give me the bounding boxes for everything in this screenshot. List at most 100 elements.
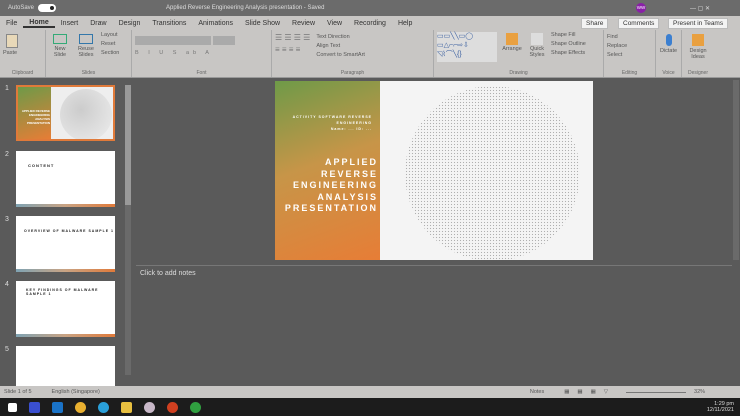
slide-thumbnail-5[interactable] [16, 346, 115, 386]
app-icon[interactable] [144, 401, 155, 413]
group-drawing: ▭▭╲╲▭◯ ▭△⌐⌐⇨⇩ ◹⌇⌒╲{} Arrange Quick Styles … [434, 30, 604, 77]
shape-outline-button[interactable]: Shape Outline [551, 41, 586, 47]
powerpoint-icon[interactable] [167, 401, 178, 413]
chrome-icon[interactable] [75, 401, 86, 413]
group-label: Editing [621, 70, 638, 76]
paragraph-buttons[interactable]: ☰ ☰ ☰ ☰ ≡ ≡ ≡ ≡ [275, 32, 310, 58]
group-label: Voice [662, 70, 675, 76]
group-voice: Dictate Voice [656, 30, 682, 77]
tab-animations[interactable]: Animations [192, 20, 239, 27]
layout-button[interactable]: Layout [101, 32, 119, 38]
reuse-slides-button[interactable]: Reuse Slides [75, 46, 97, 58]
group-label: Clipboard [11, 70, 34, 76]
present-in-teams-button[interactable]: Present in Teams [668, 18, 729, 29]
status-bar: Slide 1 of 5 English (Singapore) Notes ▦… [0, 386, 740, 398]
tab-insert[interactable]: Insert [55, 20, 85, 27]
thumb-title: APPLIED REVERSE ENGINEERING ANALYSIS PRE… [21, 109, 50, 125]
text-direction-button[interactable]: Text Direction [316, 34, 365, 40]
tab-draw[interactable]: Draw [84, 20, 112, 27]
group-label: Paragraph [340, 70, 365, 76]
shape-fill-button[interactable]: Shape Fill [551, 32, 586, 38]
group-slides: New Slide Reuse Slides Layout Reset Sectio… [46, 30, 132, 77]
thumb-title: OVERVIEW OF MALWARE SAMPLE 1 [24, 229, 114, 233]
slide-thumbnail-3[interactable]: OVERVIEW OF MALWARE SAMPLE 1 [16, 216, 115, 272]
view-buttons[interactable]: ▦▦▦▽ [564, 389, 616, 395]
dictate-button[interactable]: Dictate [660, 48, 677, 54]
slide-number: 5 [5, 346, 9, 353]
replace-button[interactable]: Replace [607, 43, 652, 49]
arrange-button[interactable]: Arrange [502, 46, 522, 52]
group-label: Drawing [509, 70, 528, 76]
share-button[interactable]: Share [581, 18, 609, 29]
comments-button[interactable]: Comments [618, 18, 660, 29]
reset-button[interactable]: Reset [101, 41, 119, 47]
slide-thumbnail-1[interactable]: APPLIED REVERSE ENGINEERING ANALYSIS PRE… [16, 85, 115, 141]
quick-styles-button[interactable]: Quick Styles [527, 46, 547, 58]
tab-file[interactable]: File [0, 20, 23, 27]
outlook-icon[interactable] [52, 401, 63, 413]
microphone-icon [665, 34, 672, 46]
tab-view[interactable]: View [321, 20, 348, 27]
slide-thumbnail-2[interactable]: CONTENT [16, 151, 115, 207]
clock[interactable]: 1:29 pm 12/11/2021 [707, 401, 734, 413]
slide-number: 1 [5, 85, 9, 92]
font-name-input[interactable] [135, 36, 211, 45]
tab-home[interactable]: Home [23, 19, 55, 28]
group-designer: Design Ideas Designer [682, 30, 714, 77]
slide-number: 3 [5, 216, 9, 223]
arrange-icon [506, 33, 518, 45]
ribbon: Paste Clipboard New Slide Reuse Slides L… [0, 30, 740, 78]
new-slide-button[interactable]: New Slide [49, 46, 71, 58]
group-paragraph: ☰ ☰ ☰ ☰ ≡ ≡ ≡ ≡ Text Direction Align Text C… [272, 30, 434, 77]
thumbnail-scrollbar[interactable] [125, 85, 131, 375]
slide-title: APPLIED REVERSE ENGINEERING ANALYSIS PRESENT… [284, 157, 378, 213]
convert-smartart-button[interactable]: Convert to SmartArt [316, 52, 365, 58]
language-indicator[interactable]: English (Singapore) [52, 389, 100, 395]
tab-design[interactable]: Design [113, 20, 147, 27]
window-controls[interactable]: — ▢ ✕ [690, 5, 710, 12]
shapes-gallery[interactable]: ▭▭╲╲▭◯ ▭△⌐⌐⇨⇩ ◹⌇⌒╲{} [437, 32, 497, 62]
avatar[interactable]: WW [636, 3, 646, 13]
design-ideas-button[interactable]: Design Ideas [685, 48, 711, 60]
telegram-icon[interactable] [98, 401, 109, 413]
group-editing: Find Replace Select Editing [604, 30, 656, 77]
title-bar: AutoSave Applied Reverse Engineering Ana… [0, 0, 740, 16]
tab-transitions[interactable]: Transitions [146, 20, 192, 27]
tab-recording[interactable]: Recording [348, 20, 392, 27]
font-format-buttons[interactable]: B I U S ab A [135, 50, 268, 56]
notes-pane[interactable]: Click to add notes [136, 265, 732, 385]
paste-button[interactable]: Paste [3, 50, 17, 56]
autosave-toggle[interactable] [38, 4, 57, 12]
tab-help[interactable]: Help [392, 20, 418, 27]
shape-effects-button[interactable]: Shape Effects [551, 50, 586, 56]
new-slide-icon [53, 34, 67, 44]
file-explorer-icon[interactable] [121, 401, 132, 413]
visual-studio-icon[interactable] [29, 401, 40, 413]
green-app-icon[interactable] [190, 401, 201, 413]
select-button[interactable]: Select [607, 52, 652, 58]
taskbar: 1:29 pm 12/11/2021 [0, 398, 740, 416]
font-size-input[interactable] [213, 36, 235, 45]
slide-number: 4 [5, 281, 9, 288]
zoom-slider[interactable] [626, 391, 687, 393]
document-title: Applied Reverse Engineering Analysis pre… [166, 5, 325, 11]
notes-placeholder[interactable]: Click to add notes [140, 270, 196, 277]
title-gradient-panel: ACTIVITY SOFTWARE REVERSE ENGINEERING Nam… [275, 81, 380, 260]
align-text-button[interactable]: Align Text [316, 43, 365, 49]
group-clipboard: Paste Clipboard [0, 30, 46, 77]
section-button[interactable]: Section [101, 50, 119, 56]
slide-number: 2 [5, 151, 9, 158]
tab-review[interactable]: Review [286, 20, 321, 27]
notes-button[interactable]: Notes [530, 389, 544, 395]
tab-slide-show[interactable]: Slide Show [239, 20, 286, 27]
find-button[interactable]: Find [607, 34, 652, 40]
group-label: Designer [687, 70, 708, 76]
slide-subtitle: ACTIVITY SOFTWARE REVERSE ENGINEERING Nam… [292, 115, 372, 131]
slide-canvas[interactable]: ACTIVITY SOFTWARE REVERSE ENGINEERING Nam… [275, 81, 593, 260]
windows-icon[interactable] [8, 402, 17, 412]
globe-image [405, 86, 580, 260]
zoom-level[interactable]: 32% [694, 389, 705, 395]
slide-scrollbar[interactable] [733, 80, 739, 260]
thumb-title: KEY FINDINGS OF MALWARE SAMPLE 1 [26, 288, 99, 296]
slide-thumbnail-4[interactable]: KEY FINDINGS OF MALWARE SAMPLE 1 [16, 281, 115, 337]
